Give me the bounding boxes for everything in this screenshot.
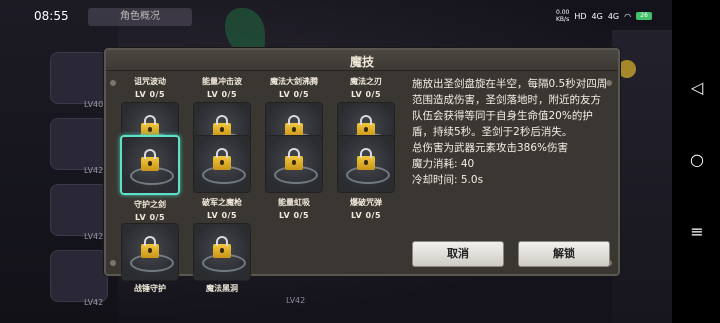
skill-level: LV 0/5 [278,90,310,99]
lock-icon [357,148,375,170]
status-icons: 0.00 KB/s HD 4G 4G ◠ 26 [556,9,653,23]
character-level: LV42 [84,166,104,175]
signal-4g-icon-2: 4G [607,11,620,21]
character-level: LV40 [84,100,104,109]
network-speed: 0.00 KB/s [556,9,570,23]
skill-name: 诅咒波动 [134,77,166,86]
skill-icon[interactable] [121,223,179,281]
coin-icon [618,60,636,78]
lock-icon [285,148,303,170]
modal-title: 魔技 [349,55,374,69]
skill-level: LV 0/5 [206,211,238,220]
skill-icon[interactable] [120,135,180,195]
skill-level: LV 0/5 [134,90,166,99]
skill-card[interactable]: 能量虹吸 LV 0/5 [260,132,328,220]
skill-name: 能量虹吸 [278,198,310,207]
skill-name: 破军之魔枪 [202,198,242,207]
cancel-button[interactable]: 取消 [412,241,504,267]
skill-name: 爆破咒弹 [350,198,382,207]
modal-titlebar: 魔技 [106,50,618,71]
mana-cost: 魔力消耗: 40 [412,158,475,170]
clock: 08:55 [34,9,69,23]
skill-name: 魔法大剑沸腾 [270,77,318,86]
wifi-icon: ◠ [624,11,632,21]
skill-name: 魔法黑洞 [206,284,238,293]
lock-icon [141,236,159,258]
character-level: LV42 [84,232,104,241]
skill-card[interactable]: 战锤守护 [116,220,184,294]
battery-icon: 26 [636,12,653,20]
skill-level: LV 0/5 [350,90,382,99]
status-bar: 08:55 角色概况 0.00 KB/s HD 4G 4G ◠ 26 [0,0,672,28]
skill-description: 施放出圣剑盘旋在半空，每隔0.5秒对四周范围造成伤害，圣剑落地时，附近的友方队伍… [412,78,608,138]
skill-level: LV 0/5 [206,90,238,99]
skill-icon[interactable] [193,135,251,193]
skill-card[interactable]: 魔法黑洞 [188,220,256,294]
skill-icon[interactable] [337,135,395,193]
home-icon[interactable]: ○ [690,150,704,169]
character-level: LV42 [84,298,104,307]
skill-name: 守护之剑 [134,200,166,209]
skill-name: 魔法之刃 [350,77,382,86]
skill-level: LV 0/5 [350,211,382,220]
skill-card[interactable]: 爆破咒弹 LV 0/5 [332,132,400,220]
skill-icon[interactable] [265,135,323,193]
skill-icon[interactable] [193,223,251,281]
skill-description-panel: 施放出圣剑盘旋在半空，每隔0.5秒对四周范围造成伤害，圣剑落地时，附近的友方队伍… [412,76,610,236]
skill-modal: 魔技 诅咒波动 LV 0/5 能量冲击波 LV 0/5 魔法大剑沸腾 LV 0/… [104,48,620,293]
lock-icon [213,148,231,170]
unlock-button[interactable]: 解锁 [518,241,610,267]
menu-icon[interactable]: ≡ [690,222,704,241]
hd-icon: HD [574,11,587,21]
skill-damage: 总伤害为武器元素攻击386%伤害 [412,142,569,154]
lock-icon [213,236,231,258]
cooldown: 冷却时间: 5.0s [412,174,484,186]
character-slot[interactable] [50,184,108,236]
back-icon[interactable]: ◁ [690,78,704,97]
skill-card-selected[interactable]: 守护之剑 LV 0/5 [116,132,184,222]
skill-level: LV 0/5 [278,211,310,220]
character-slot[interactable] [50,250,108,302]
bottom-level: LV42 [286,296,306,305]
skill-grid: 诅咒波动 LV 0/5 能量冲击波 LV 0/5 魔法大剑沸腾 LV 0/5 魔… [112,76,402,293]
skill-name: 能量冲击波 [202,77,242,86]
character-slot[interactable] [50,118,108,170]
skill-name: 战锤守护 [134,284,166,293]
lock-icon [141,149,159,171]
character-overview-button[interactable]: 角色概况 [88,8,192,26]
skill-card[interactable]: 破军之魔枪 LV 0/5 [188,132,256,220]
character-slot[interactable] [50,52,108,104]
signal-4g-icon: 4G [591,11,603,21]
